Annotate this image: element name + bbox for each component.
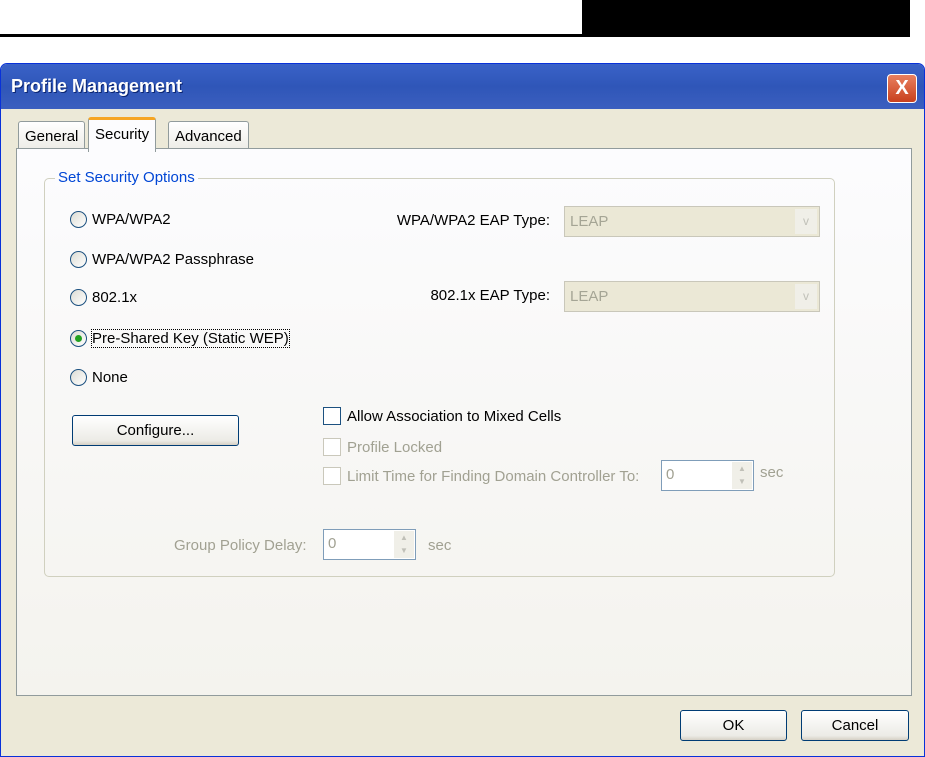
radio-label: Pre-Shared Key (Static WEP) [91,329,290,348]
mixed-cells-checkbox[interactable]: Allow Association to Mixed Cells [323,407,561,425]
radio-label: None [92,369,128,386]
spinner-value: 0 [328,535,337,552]
limit-time-unit: sec [760,464,784,481]
wpa-eap-select: LEAP v [564,206,820,237]
8021x-eap-label: 802.1x EAP Type: [430,287,550,304]
tab-advanced[interactable]: Advanced [168,121,249,151]
limit-time-spinner: 0 ▲ ▼ [661,460,754,491]
chevron-down-icon: v [795,209,817,234]
group-policy-delay-spinner: 0 ▲ ▼ [323,529,416,560]
security-panel: Set Security Options WPA/WPA2 WPA/WPA2 P… [16,148,912,696]
ok-button[interactable]: OK [680,710,787,741]
window-title: Profile Management [11,76,183,96]
wpa-eap-label: WPA/WPA2 EAP Type: [396,212,550,229]
radio-pre-shared-key[interactable]: Pre-Shared Key (Static WEP) [70,329,290,348]
checkbox-box[interactable] [323,407,341,425]
tab-security[interactable]: Security [88,117,157,152]
select-value: LEAP [570,288,609,305]
cancel-button[interactable]: Cancel [801,710,909,741]
chevron-down-icon: v [795,284,817,309]
spinner-arrows-icon: ▲ ▼ [732,462,752,489]
checkbox-label: Allow Association to Mixed Cells [347,407,562,425]
tab-general[interactable]: General [18,121,86,151]
radio-label: WPA/WPA2 [92,211,171,228]
radio-label: 802.1x [92,289,138,306]
profile-management-dialog: Profile Management X General Security Ad… [0,63,925,757]
checkbox-label: Limit Time for Finding Domain Controller… [347,467,640,485]
arrow-down-icon: ▼ [400,546,408,555]
security-options-group: Set Security Options WPA/WPA2 WPA/WPA2 P… [44,169,835,577]
radio-8021x[interactable]: 802.1x [70,289,137,306]
checkbox-label: Profile Locked [347,438,443,456]
radio-circle[interactable] [70,289,87,306]
group-policy-delay-unit: sec [428,537,452,554]
group-label: Set Security Options [55,169,198,186]
radio-circle[interactable] [70,211,87,228]
page-header-rule [0,34,582,37]
radio-label: WPA/WPA2 Passphrase [92,251,254,268]
spinner-arrows-icon: ▲ ▼ [394,531,414,558]
select-value: LEAP [570,213,609,230]
radio-wpa[interactable]: WPA/WPA2 [70,211,171,228]
title-bar: Profile Management X [1,64,924,109]
arrow-up-icon: ▲ [738,464,746,473]
8021x-eap-select: LEAP v [564,281,820,312]
radio-wpa-passphrase[interactable]: WPA/WPA2 Passphrase [70,251,254,268]
checkbox-box [323,467,341,485]
close-icon[interactable]: X [887,74,917,103]
limit-time-checkbox: Limit Time for Finding Domain Controller… [323,467,639,485]
checkbox-box [323,438,341,456]
arrow-up-icon: ▲ [400,533,408,542]
radio-circle[interactable] [70,251,87,268]
radio-circle-checked[interactable] [70,330,87,347]
arrow-down-icon: ▼ [738,477,746,486]
configure-button[interactable]: Configure... [72,415,239,446]
page-header-block [582,0,910,37]
radio-none[interactable]: None [70,369,128,386]
group-policy-delay-label: Group Policy Delay: [174,537,307,554]
radio-circle[interactable] [70,369,87,386]
spinner-value: 0 [666,466,675,483]
profile-locked-checkbox: Profile Locked [323,438,442,456]
